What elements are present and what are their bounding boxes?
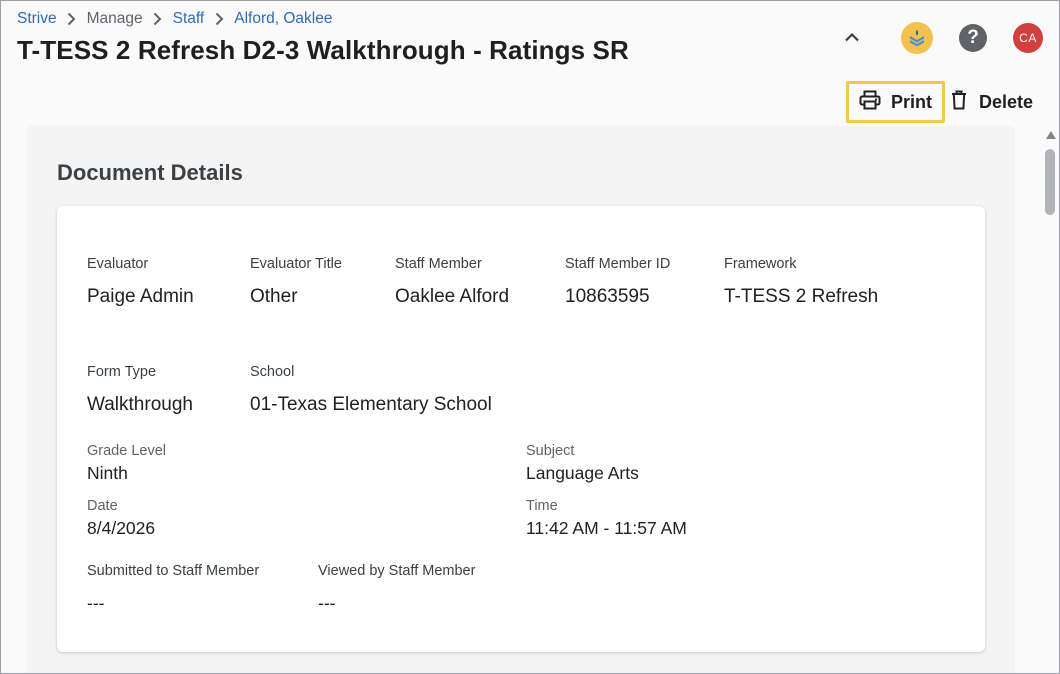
scroll-up-arrow-icon[interactable]: [1046, 131, 1056, 139]
printer-icon: [859, 90, 891, 115]
grade-level-value: Ninth: [87, 463, 128, 483]
grade-level-label: Grade Level: [87, 443, 166, 459]
header-toolbar: ? CA: [835, 21, 1043, 55]
user-avatar[interactable]: CA: [1013, 23, 1043, 53]
evaluator-title-value: Other: [250, 286, 298, 307]
field-staff-member-id: Staff Member ID 10863595: [565, 256, 670, 308]
viewed-value: ---: [318, 593, 336, 613]
delete-label: Delete: [978, 91, 1033, 112]
breadcrumb: Strive Manage Staff Alford, Oaklee: [17, 9, 332, 29]
field-subject: Subject Language Arts: [526, 443, 639, 484]
help-icon: ?: [967, 27, 979, 48]
document-actions: Print Delete: [845, 81, 1033, 123]
field-submitted: Submitted to Staff Member ---: [87, 563, 259, 614]
subject-value: Language Arts: [526, 463, 639, 483]
document-details-card: Evaluator Paige Admin Evaluator Title Ot…: [57, 206, 985, 652]
document-details-panel: Document Details Evaluator Paige Admin E…: [27, 126, 1015, 673]
submitted-value: ---: [87, 593, 105, 613]
field-evaluator-title: Evaluator Title Other: [250, 256, 342, 308]
delete-button[interactable]: Delete: [951, 90, 1033, 115]
form-type-value: Walkthrough: [87, 394, 193, 415]
field-date: Date 8/4/2026: [87, 498, 155, 539]
chevron-right-icon: [143, 12, 173, 26]
time-value: 11:42 AM - 11:57 AM: [526, 518, 687, 538]
date-label: Date: [87, 498, 118, 514]
breadcrumb-link-strive[interactable]: Strive: [17, 10, 57, 28]
scrollbar-thumb[interactable]: [1045, 149, 1055, 215]
breadcrumb-link-staff[interactable]: Staff: [173, 10, 205, 28]
evaluator-value: Paige Admin: [87, 286, 194, 307]
subject-label: Subject: [526, 443, 575, 459]
submitted-label: Submitted to Staff Member: [87, 563, 260, 579]
time-label: Time: [526, 498, 558, 514]
field-framework: Framework T-TESS 2 Refresh: [724, 256, 878, 308]
staff-member-label: Staff Member: [395, 256, 482, 272]
collapse-header-button[interactable]: [835, 21, 869, 55]
chevron-right-icon: [57, 12, 87, 26]
staff-member-id-label: Staff Member ID: [565, 256, 671, 272]
date-value: 8/4/2026: [87, 518, 156, 538]
field-grade-level: Grade Level Ninth: [87, 443, 166, 484]
viewed-label: Viewed by Staff Member: [318, 563, 476, 579]
framework-label: Framework: [724, 256, 797, 272]
field-school: School 01-Texas Elementary School: [250, 364, 492, 416]
field-viewed: Viewed by Staff Member ---: [318, 563, 475, 614]
print-button[interactable]: Print: [845, 81, 945, 123]
breadcrumb-item-manage: Manage: [86, 10, 143, 27]
evaluator-title-label: Evaluator Title: [250, 256, 342, 272]
help-button[interactable]: ?: [959, 24, 987, 52]
breadcrumb-link-staff-member[interactable]: Alford, Oaklee: [234, 10, 332, 28]
field-form-type: Form Type Walkthrough: [87, 364, 193, 416]
school-value: 01-Texas Elementary School: [250, 394, 492, 415]
chevron-right-icon: [204, 12, 234, 26]
framework-value: T-TESS 2 Refresh: [724, 286, 879, 307]
field-time: Time 11:42 AM - 11:57 AM: [526, 498, 687, 539]
brand-logo-icon[interactable]: [901, 22, 933, 54]
staff-member-value: Oaklee Alford: [395, 286, 510, 307]
form-type-label: Form Type: [87, 364, 157, 380]
staff-member-id-value: 10863595: [565, 286, 650, 307]
chevron-up-icon: [844, 29, 860, 47]
field-evaluator: Evaluator Paige Admin: [87, 256, 194, 308]
school-label: School: [250, 364, 295, 380]
section-title: Document Details: [57, 160, 243, 185]
vertical-scrollbar[interactable]: [1043, 129, 1057, 673]
page-title: T-TESS 2 Refresh D2-3 Walkthrough - Rati…: [17, 35, 629, 65]
evaluator-label: Evaluator: [87, 256, 149, 272]
field-staff-member: Staff Member Oaklee Alford: [395, 256, 509, 308]
trash-icon: [951, 90, 979, 115]
avatar-initials: CA: [1019, 31, 1037, 45]
print-label: Print: [890, 91, 932, 112]
app-window: Strive Manage Staff Alford, Oaklee T-TES…: [0, 0, 1060, 674]
